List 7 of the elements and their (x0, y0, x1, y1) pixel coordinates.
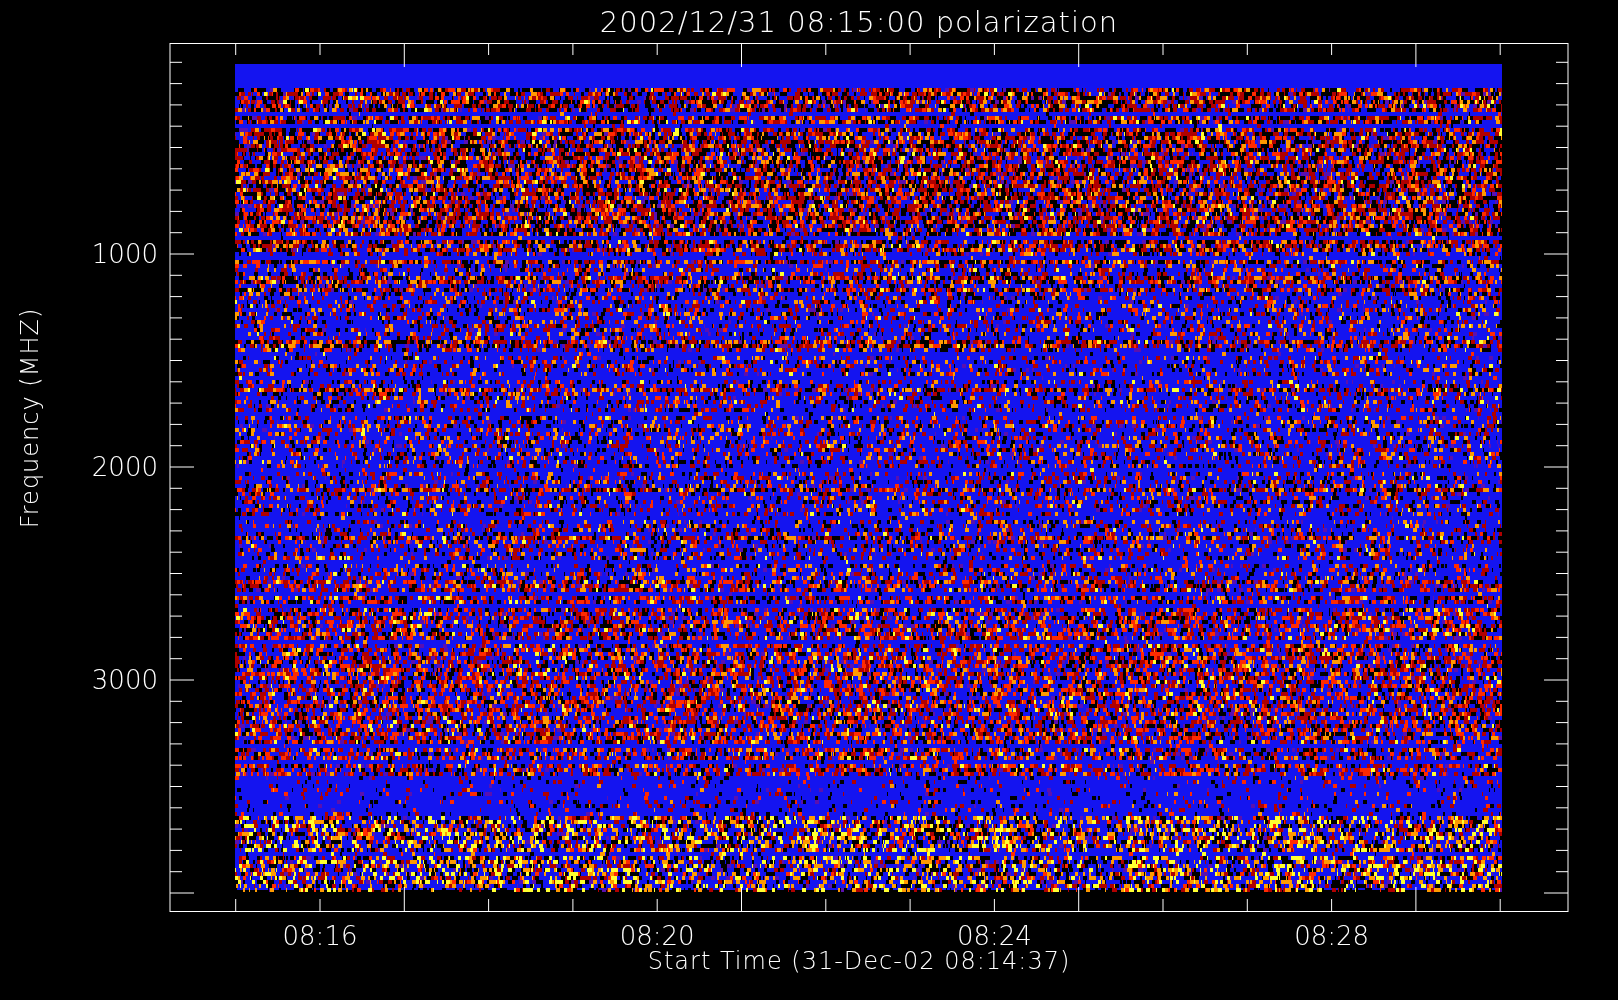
tick-label: 3000 (91, 665, 158, 695)
tick-label: 08:28 (1294, 921, 1370, 951)
tick-label: 08:16 (282, 921, 358, 951)
tick-label: 2000 (91, 452, 158, 482)
y-axis-label: Frequency (MHZ) (16, 307, 44, 529)
tick-label: 1000 (91, 239, 158, 269)
plot-title: 2002/12/31 08:15:00 polarization (599, 4, 1119, 39)
